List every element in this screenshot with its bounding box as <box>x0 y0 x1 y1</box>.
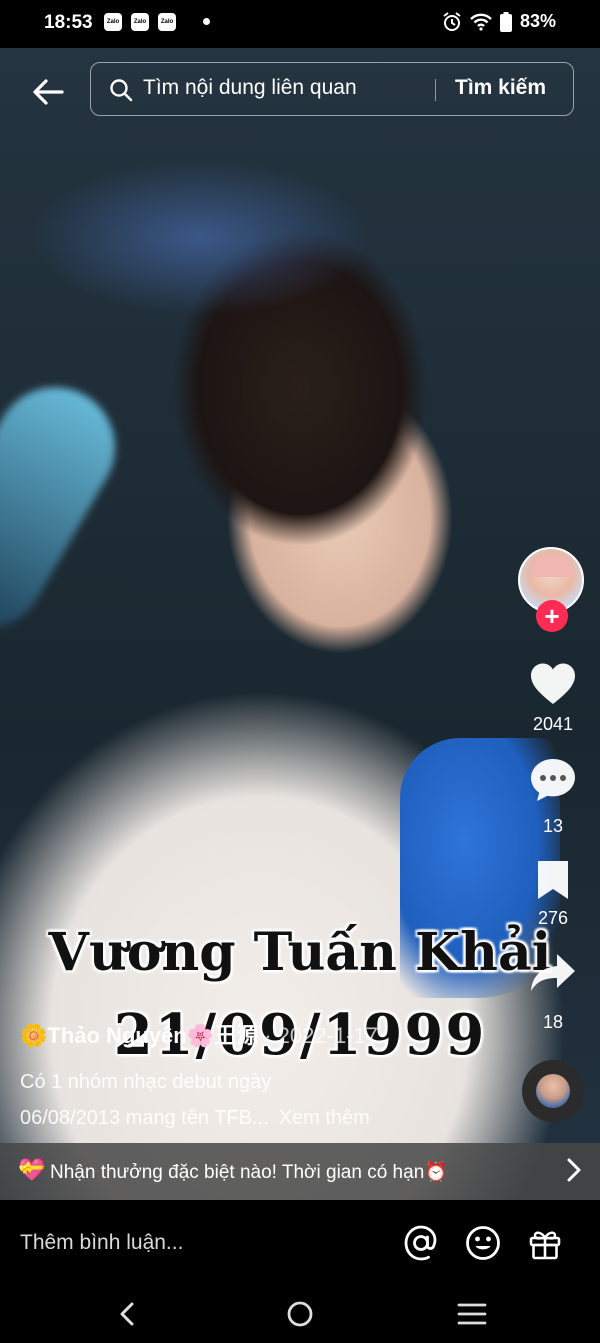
search-icon <box>110 79 133 102</box>
comment-icon <box>531 759 575 801</box>
gift-ribbon-icon: 💝 <box>18 1157 46 1182</box>
search-button[interactable]: Tìm kiếm <box>455 76 546 100</box>
save-button[interactable] <box>528 857 578 903</box>
arrow-left-icon <box>33 79 64 105</box>
post-date: · 2022-1-17 <box>258 1023 378 1048</box>
like-count: 2041 <box>532 714 574 734</box>
bookmark-icon <box>538 861 568 899</box>
wifi-icon <box>470 13 492 31</box>
search-bar[interactable]: Tìm nội dung liên quan Tìm kiếm <box>90 62 574 116</box>
comment-count: 13 <box>542 816 564 836</box>
follow-button[interactable]: + <box>536 600 568 632</box>
status-bar: 18:53 Zalo Zalo Zalo 83% <box>0 0 600 48</box>
zalo-notification-icon: Zalo <box>131 13 149 31</box>
promo-text: Nhận thưởng đặc biệt nào! Thời gian có h… <box>50 1162 448 1183</box>
share-count: 18 <box>542 1012 564 1032</box>
search-divider <box>435 79 436 101</box>
caption-line-2: 06/08/2013 mang tên TFB... Xem thêm <box>20 1100 500 1136</box>
comment-bar: Thêm bình luận... <box>0 1200 600 1286</box>
battery-icon <box>499 11 512 32</box>
status-time: 18:53 <box>44 12 93 33</box>
gift-icon[interactable] <box>526 1224 564 1262</box>
more-notifications-dot <box>203 18 210 25</box>
zalo-notification-icon: Zalo <box>158 13 176 31</box>
mention-icon[interactable] <box>402 1224 440 1262</box>
nav-back-icon[interactable] <box>110 1296 146 1332</box>
video-overlay-title: Vương Tuấn Khải <box>48 922 552 983</box>
author-line[interactable]: 🌼Thảo Nguyên🌸王源 · 2022-1-17 <box>20 1018 378 1050</box>
comment-button[interactable] <box>528 757 578 803</box>
zalo-notification-icon: Zalo <box>104 13 122 31</box>
nav-home-icon[interactable] <box>282 1296 318 1332</box>
share-button[interactable] <box>528 950 578 996</box>
comment-input[interactable]: Thêm bình luận... <box>20 1231 183 1255</box>
search-input[interactable]: Tìm nội dung liên quan <box>143 76 357 100</box>
music-disc-cover <box>536 1074 570 1108</box>
battery-level: 83% <box>519 11 556 31</box>
post-caption[interactable]: Có 1 nhóm nhạc debut ngày 06/08/2013 man… <box>20 1064 500 1136</box>
caption-line: Có 1 nhóm nhạc debut ngày <box>20 1071 272 1093</box>
see-more-link[interactable]: Xem thêm <box>279 1107 370 1129</box>
nav-recents-icon[interactable] <box>454 1296 490 1332</box>
alarm-icon <box>443 11 461 31</box>
share-arrow-icon <box>531 954 575 991</box>
promo-banner[interactable]: 💝 Nhận thưởng đặc biệt nào! Thời gian có… <box>0 1143 600 1200</box>
music-disc[interactable] <box>522 1060 584 1122</box>
status-right: 83% <box>442 11 556 32</box>
heart-icon <box>531 663 575 704</box>
plus-icon: + <box>544 601 560 631</box>
system-nav-bar <box>0 1286 600 1343</box>
back-button[interactable] <box>28 72 68 112</box>
avatar-hair <box>530 555 574 577</box>
author-name[interactable]: 🌼Thảo Nguyên🌸王源 <box>20 1023 258 1048</box>
like-button[interactable] <box>528 661 578 707</box>
emoji-icon[interactable] <box>464 1224 502 1262</box>
chevron-right-icon <box>567 1158 581 1182</box>
save-count: 276 <box>537 908 569 928</box>
caption-text: 06/08/2013 mang tên TFB... <box>20 1107 269 1129</box>
